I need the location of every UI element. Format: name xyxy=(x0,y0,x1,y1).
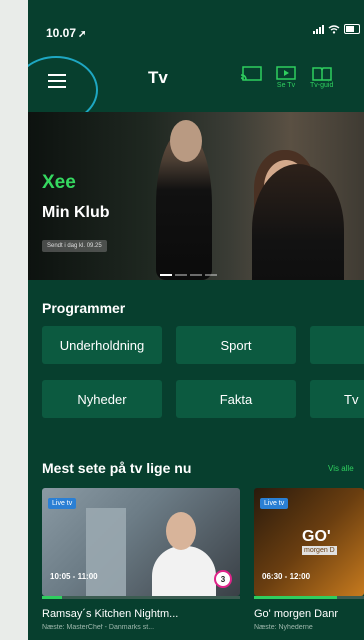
card-background-building xyxy=(86,508,126,596)
top-bar: Tv Se Tv Tv-guid xyxy=(28,54,364,124)
category-tv[interactable]: Tv xyxy=(310,380,364,418)
tv-guide-button[interactable]: Tv-guid xyxy=(310,66,333,89)
category-underholdning[interactable]: Underholdning xyxy=(42,326,162,364)
channel-logo: Xee xyxy=(42,172,76,193)
clock: 10.07 xyxy=(46,26,77,40)
hero-person-right xyxy=(252,164,344,280)
live-badge: Live tv xyxy=(260,498,289,509)
watch-tv-button[interactable]: Se Tv xyxy=(276,66,296,89)
header-actions: Se Tv Tv-guid xyxy=(240,66,333,89)
card-time: 06:30 - 12:00 xyxy=(262,572,311,581)
app-screen: 10.07 ➚ Tv Se Tv Tv-guid Xee Min Klub Se… xyxy=(28,0,364,640)
progress-bar xyxy=(254,596,337,599)
category-partial-right[interactable]: F xyxy=(310,326,364,364)
status-time: 10.07 ➚ xyxy=(46,26,86,40)
cast-icon xyxy=(240,66,262,81)
card-title: Ramsay´s Kitchen Nightm... xyxy=(42,608,179,620)
card-subtitle: Næste: MasterChef - Danmarks st... xyxy=(42,624,155,631)
wifi-icon xyxy=(328,24,340,34)
watch-tv-label: Se Tv xyxy=(276,82,296,89)
hero-banner[interactable]: Xee Min Klub Sendt i dag kl. 09.25 xyxy=(28,112,364,280)
card-subtitle: Næste: Nyhederne xyxy=(254,624,313,631)
see-all-link[interactable]: Vis alle xyxy=(328,464,354,473)
category-sport[interactable]: Sport xyxy=(176,326,296,364)
card-title: Go' morgen Danr xyxy=(254,608,339,620)
card-time: 10:05 - 11:00 xyxy=(50,572,98,581)
hero-face-left xyxy=(170,120,202,162)
location-arrow-icon: ➚ xyxy=(78,29,87,40)
page-title: Tv xyxy=(148,68,168,87)
carousel-indicator[interactable] xyxy=(160,274,217,276)
tv-guide-icon xyxy=(311,67,332,81)
live-card-go-morgen[interactable]: Live tv GO' morgen D 06:30 - 12:00 xyxy=(254,488,364,596)
card-chef-face xyxy=(166,512,196,550)
progress-track xyxy=(42,596,240,599)
programs-heading: Programmer xyxy=(42,300,126,316)
card-chef-body xyxy=(152,546,216,596)
channel-3-icon: 3 xyxy=(214,570,232,588)
card-overlay-subtitle: morgen D xyxy=(302,546,337,555)
live-badge: Live tv xyxy=(48,498,77,509)
status-bar: 10.07 ➚ xyxy=(28,0,364,40)
hero-show-title: Min Klub xyxy=(42,204,110,221)
battery-icon xyxy=(344,24,360,34)
status-icons xyxy=(313,24,360,34)
progress-bar xyxy=(42,596,62,599)
tv-guide-label: Tv-guid xyxy=(310,82,334,89)
cast-button[interactable] xyxy=(240,66,262,89)
live-card-ramsay[interactable]: Live tv 10:05 - 11:00 3 xyxy=(42,488,240,596)
category-fakta[interactable]: Fakta xyxy=(176,380,296,418)
card-overlay-title: GO' xyxy=(302,528,331,545)
hamburger-icon xyxy=(48,74,66,92)
watch-tv-icon xyxy=(276,66,296,80)
category-nyheder[interactable]: Nyheder xyxy=(42,380,162,418)
hero-air-time: Sendt i dag kl. 09.25 xyxy=(42,240,107,252)
signal-icon xyxy=(313,24,324,34)
most-watched-heading: Mest sete på tv lige nu xyxy=(42,460,192,476)
